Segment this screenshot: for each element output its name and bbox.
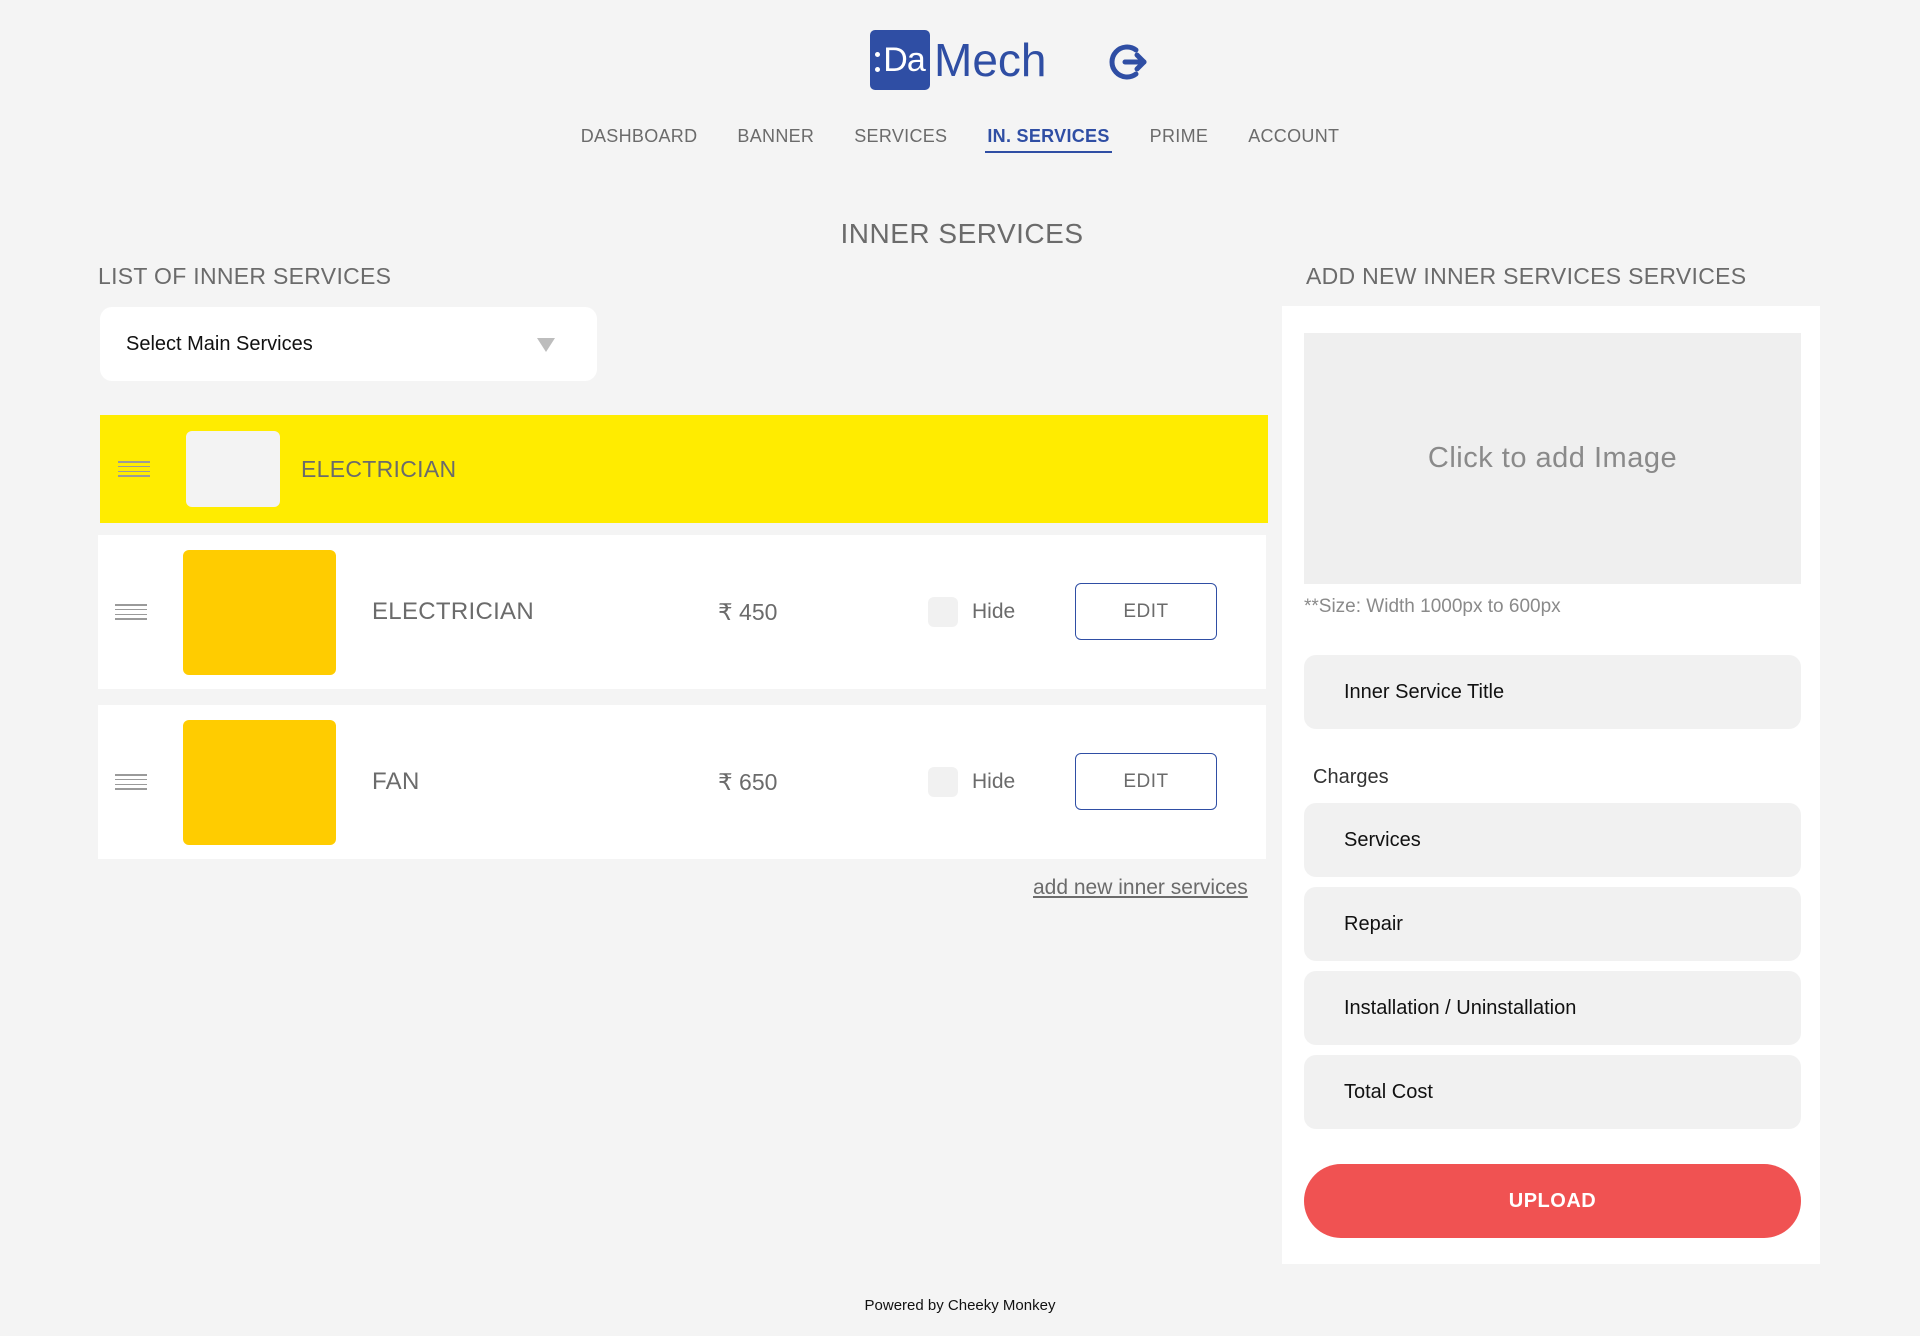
logo-mark-text: Da	[883, 40, 925, 79]
hide-toggle: Hide	[928, 535, 1015, 689]
add-inner-service-link[interactable]: add new inner services	[1033, 876, 1248, 900]
logout-icon[interactable]	[1106, 40, 1150, 84]
brand-logo: Da Mech	[870, 30, 1046, 90]
logo-text: Mech	[934, 34, 1047, 86]
upload-button[interactable]: UPLOAD	[1304, 1164, 1801, 1238]
hide-checkbox[interactable]	[928, 597, 958, 627]
repair-charge-input[interactable]: Repair	[1304, 887, 1801, 961]
drag-handle-icon[interactable]	[118, 461, 150, 477]
logo-dots	[875, 52, 881, 72]
drag-handle-icon[interactable]	[115, 604, 147, 620]
nav-banner[interactable]: BANNER	[735, 124, 816, 153]
category-thumbnail	[186, 431, 280, 507]
edit-button[interactable]: EDIT	[1075, 583, 1217, 640]
item-price: ₹ 650	[718, 768, 778, 795]
footer-credit: Powered by Cheeky Monkey	[864, 1297, 1056, 1314]
hide-checkbox[interactable]	[928, 767, 958, 797]
item-thumbnail	[183, 720, 336, 845]
hide-toggle: Hide	[928, 705, 1015, 859]
services-charge-input[interactable]: Services	[1304, 803, 1801, 877]
inner-service-title-input[interactable]: Inner Service Title	[1304, 655, 1801, 729]
item-price: ₹ 450	[718, 598, 778, 625]
item-name: FAN	[372, 768, 420, 795]
form-title: ADD NEW INNER SERVICES SERVICES	[1306, 263, 1747, 289]
nav-inner-services[interactable]: IN. SERVICES	[985, 124, 1112, 153]
total-cost-input[interactable]: Total Cost	[1304, 1055, 1801, 1129]
drag-handle-icon[interactable]	[115, 774, 147, 790]
logo-mark: Da	[870, 30, 930, 90]
caret-down-icon	[537, 338, 555, 352]
main-services-select[interactable]: Select Main Services	[100, 307, 597, 381]
nav-dashboard[interactable]: DASHBOARD	[579, 124, 700, 153]
image-upload-area[interactable]: Click to add Image	[1304, 333, 1801, 584]
charges-label: Charges	[1313, 766, 1389, 788]
list-title: LIST OF INNER SERVICES	[98, 263, 392, 289]
select-label: Select Main Services	[126, 332, 313, 355]
nav-services[interactable]: SERVICES	[852, 124, 949, 153]
item-name: ELECTRICIAN	[372, 598, 534, 625]
hide-label: Hide	[972, 770, 1016, 793]
nav-account[interactable]: ACCOUNT	[1246, 124, 1341, 153]
main-nav: DASHBOARD BANNER SERVICES IN. SERVICES P…	[0, 124, 1920, 153]
page-title: INNER SERVICES	[840, 218, 1084, 249]
edit-button[interactable]: EDIT	[1075, 753, 1217, 810]
category-label: ELECTRICIAN	[301, 455, 457, 482]
list-item: FAN ₹ 650 Hide EDIT	[98, 705, 1266, 859]
list-item: ELECTRICIAN ₹ 450 Hide EDIT	[98, 535, 1266, 689]
installation-charge-input[interactable]: Installation / Uninstallation	[1304, 971, 1801, 1045]
nav-prime[interactable]: PRIME	[1148, 124, 1211, 153]
image-size-note: **Size: Width 1000px to 600px	[1304, 596, 1561, 617]
item-thumbnail	[183, 550, 336, 675]
category-row[interactable]: ELECTRICIAN	[100, 415, 1268, 523]
hide-label: Hide	[972, 600, 1016, 623]
